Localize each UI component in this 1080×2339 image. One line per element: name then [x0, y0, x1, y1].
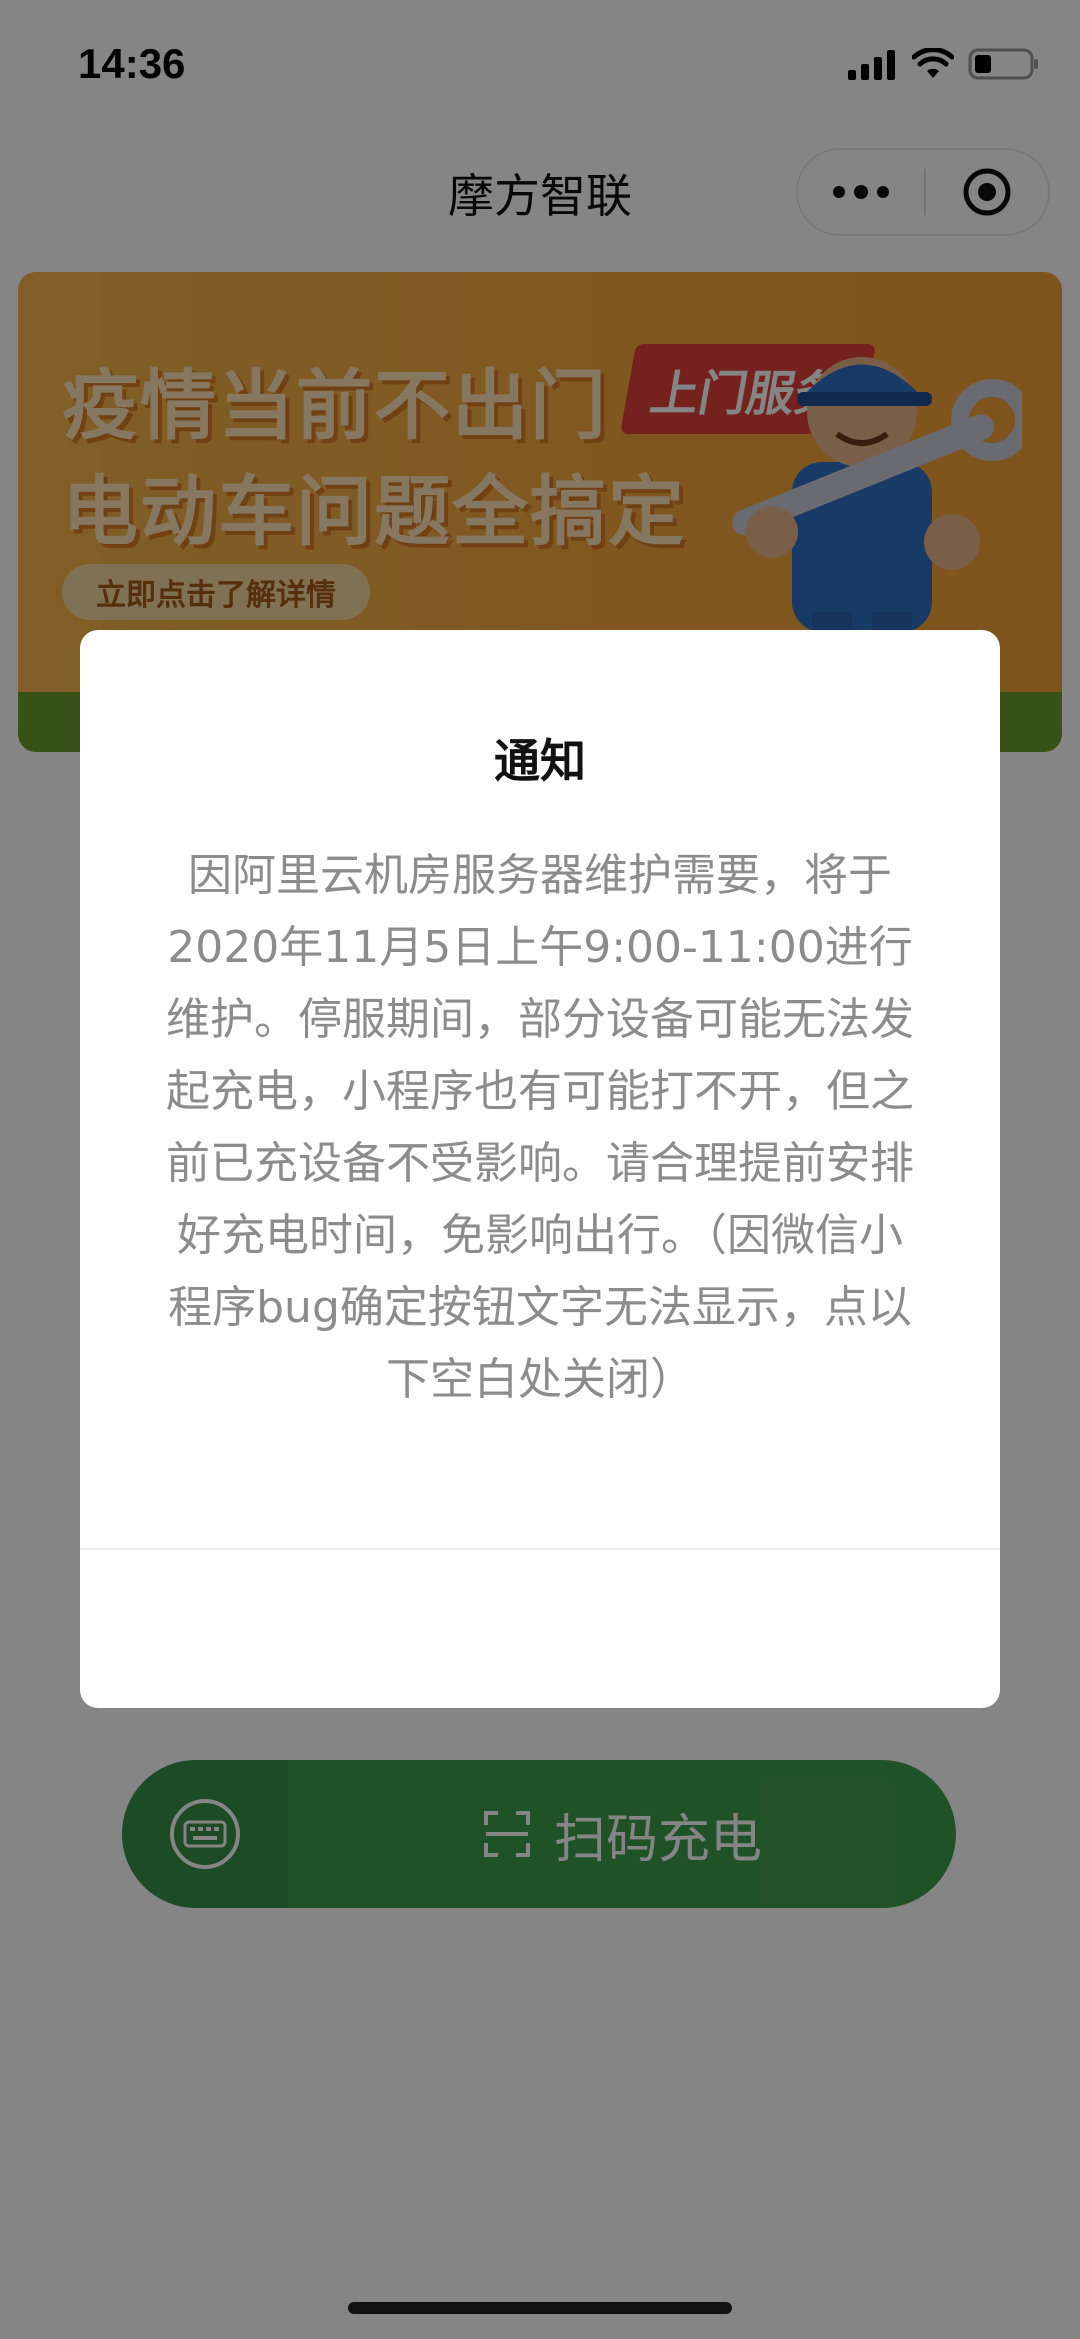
dialog-message: 因阿里云机房服务器维护需要，将于2020年11月5日上午9:00-11:00进行…: [166, 850, 914, 1405]
dialog-confirm-button[interactable]: [80, 1550, 1000, 1708]
dialog-title: 通知: [494, 734, 586, 788]
notice-dialog: 通知 因阿里云机房服务器维护需要，将于2020年11月5日上午9:00-11:0…: [80, 630, 1000, 1708]
home-indicator: [348, 2302, 732, 2314]
